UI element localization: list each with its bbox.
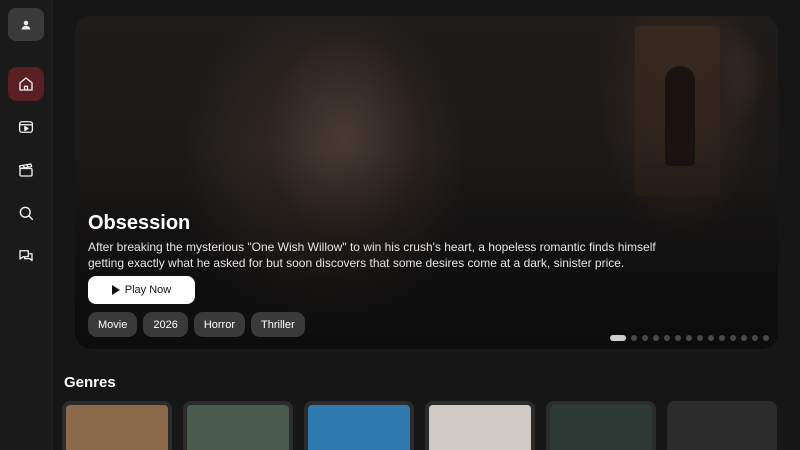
carousel-dot[interactable] [708,335,714,341]
sidebar-item-movies[interactable] [8,153,44,187]
carousel-dot[interactable] [664,335,670,341]
carousel-dot[interactable] [752,335,758,341]
genre-thumbnail [187,405,289,450]
hero-title: Obsession [88,212,191,234]
hero-description: After breaking the mysterious "One Wish … [88,240,656,270]
play-icon [111,285,120,295]
genre-card-2[interactable] [183,401,293,450]
tag-genre-horror[interactable]: Horror [193,312,245,337]
genre-card-6[interactable] [667,401,777,450]
sidebar-item-chat[interactable] [8,239,44,273]
carousel-dot[interactable] [631,335,637,341]
clapperboard-icon [18,163,33,177]
home-icon [19,77,33,91]
profile-avatar[interactable] [8,8,44,41]
chat-icon [19,250,33,262]
tag-year[interactable]: 2026 [143,312,188,337]
hero-tags: Movie 2026 Horror Thriller [88,312,305,337]
carousel-dot[interactable] [741,335,747,341]
tag-type[interactable]: Movie [88,312,138,337]
sidebar [0,0,53,450]
genre-card-1[interactable] [62,401,172,450]
tv-play-icon [18,121,34,133]
genre-thumbnail [550,405,652,450]
genre-card-5[interactable] [546,401,656,450]
carousel-dot[interactable] [686,335,692,341]
carousel-dot[interactable] [719,335,725,341]
carousel-dot[interactable] [763,335,769,341]
carousel-dot[interactable] [697,335,703,341]
sidebar-item-search[interactable] [8,196,44,230]
carousel-dot[interactable] [730,335,736,341]
search-icon [19,206,34,221]
sidebar-item-home[interactable] [8,67,44,101]
genres-title: Genres [64,374,116,391]
carousel-dot[interactable] [610,335,626,341]
tag-genre-thriller[interactable]: Thriller [251,312,305,337]
genre-thumbnail [429,405,531,450]
carousel-dot[interactable] [653,335,659,341]
hero-banner[interactable]: Obsession After breaking the mysterious … [75,16,778,349]
genre-card-3[interactable] [304,401,414,450]
play-now-label: Play Now [124,284,172,296]
carousel-dots [610,335,769,341]
genre-thumbnail [66,405,168,450]
genre-thumbnail [308,405,410,450]
carousel-dot[interactable] [675,335,681,341]
sidebar-item-tv[interactable] [8,110,44,144]
carousel-dot[interactable] [642,335,648,341]
user-icon [21,20,31,29]
genre-card-4[interactable] [425,401,535,450]
play-now-button[interactable]: Play Now [88,276,195,304]
